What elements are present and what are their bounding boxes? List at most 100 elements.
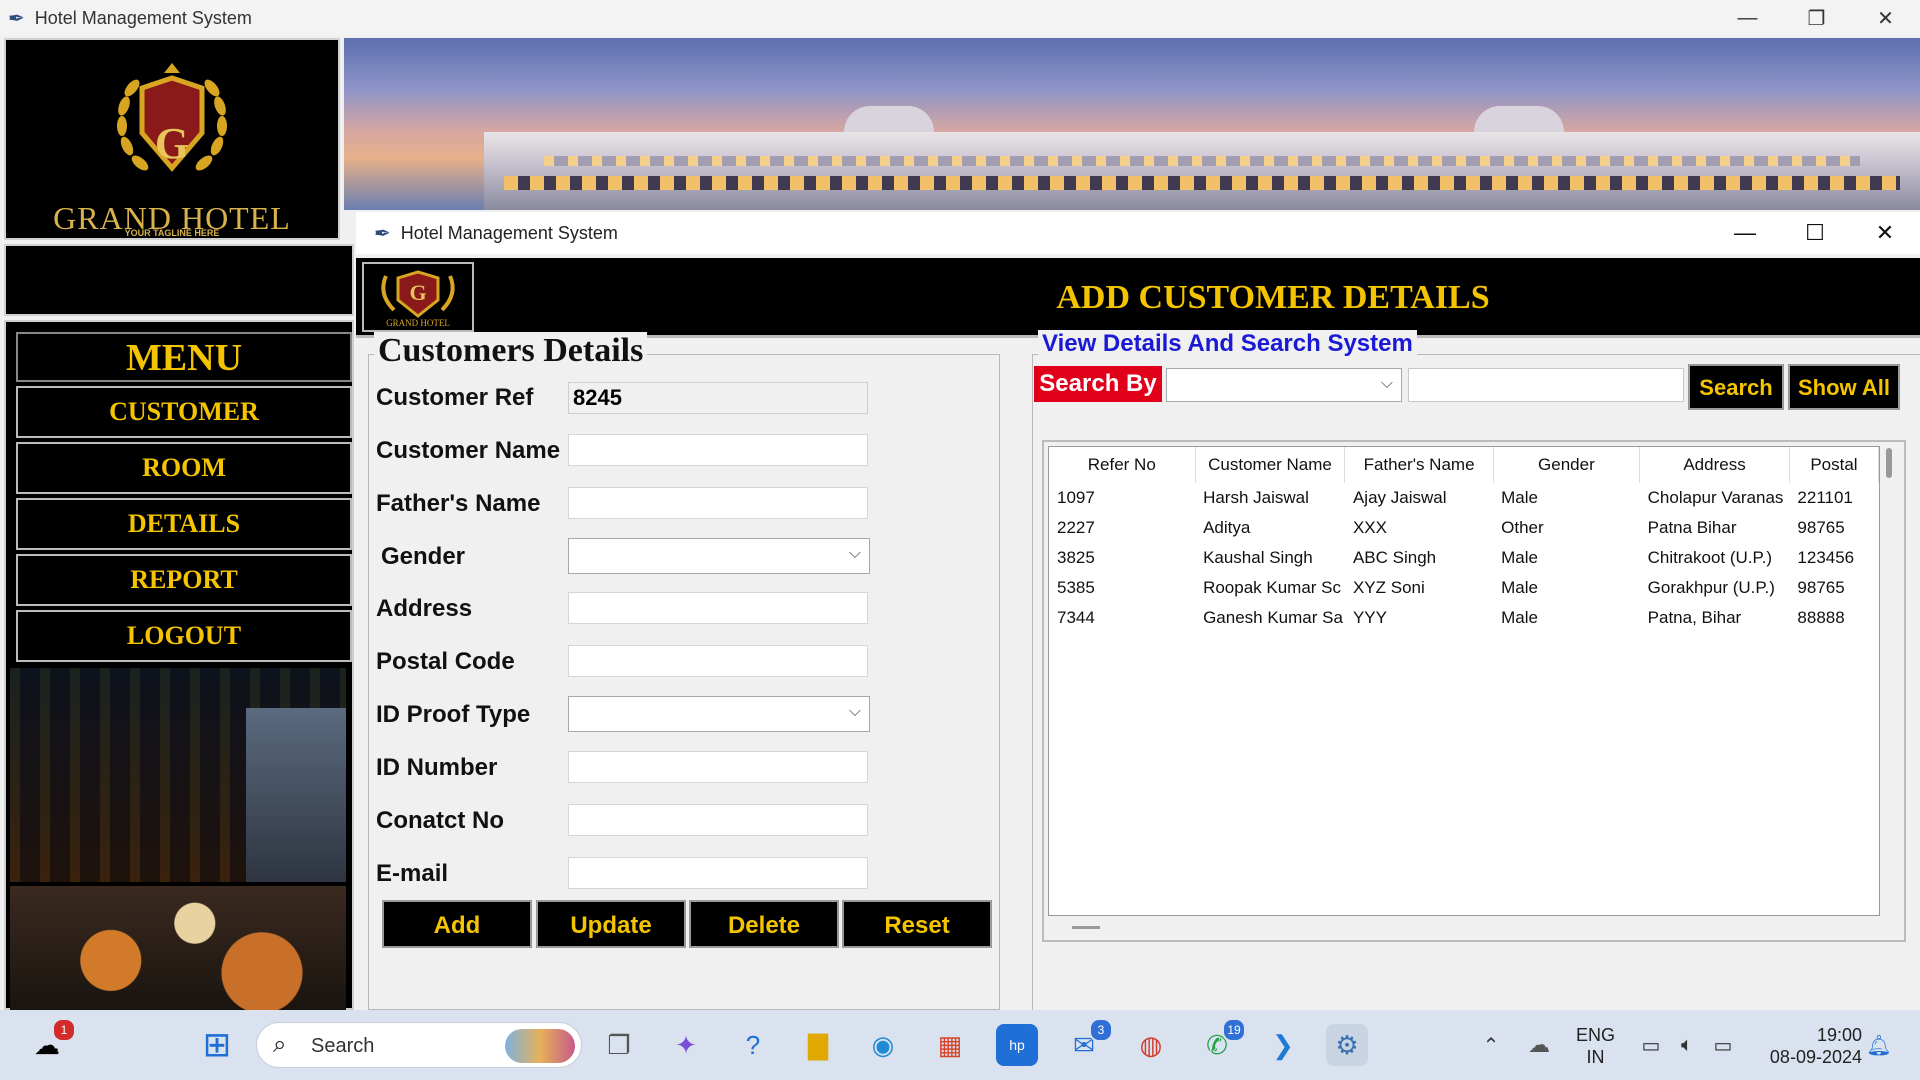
id-proof-type-select[interactable]: ⌵ <box>568 696 870 732</box>
language-indicator[interactable]: ENG IN <box>1576 1024 1615 1068</box>
id-number-field[interactable] <box>568 751 868 783</box>
table-cell: YYY <box>1352 608 1387 627</box>
food-platter-image <box>10 886 346 1010</box>
sidebar-black-strip <box>4 244 354 316</box>
table-cell: Cholapur Varanas <box>1647 488 1784 507</box>
file-explorer-icon[interactable]: ▇ <box>797 1024 839 1066</box>
table-cell: Male <box>1501 578 1538 597</box>
restore-icon[interactable]: ❐ <box>1782 0 1851 36</box>
table-cell: Patna Bihar <box>1647 518 1737 537</box>
taskbar-search-label: Search <box>311 1035 375 1057</box>
notification-bell-icon[interactable]: 🔔︎ <box>1858 1024 1900 1066</box>
table-cell: Ganesh Kumar Sa <box>1203 608 1343 627</box>
email-field[interactable] <box>568 857 868 889</box>
outlook-badge: 3 <box>1089 1018 1113 1042</box>
minimize-icon[interactable]: — <box>1713 0 1782 36</box>
table-cell: Roopak Kumar Sc <box>1203 578 1342 597</box>
edge-browser-icon[interactable]: ◉ <box>862 1024 904 1066</box>
taskbar: ☁ 1 ⊞ ⌕ Search ❐ ✦ ? ▇ ◉ ▦ hp ✉ 3 ◍ ✆ 19… <box>0 1010 1920 1080</box>
table-row[interactable]: 2227 Aditya XXX Other Patna Bihar 98765 <box>1049 513 1879 543</box>
banner-dome <box>1474 106 1564 132</box>
menu-report-button[interactable]: REPORT <box>16 554 352 606</box>
search-input[interactable] <box>1408 368 1684 402</box>
copilot-icon[interactable]: ✦ <box>665 1024 707 1066</box>
weather-icon[interactable]: ☁ 1 <box>26 1018 76 1066</box>
table-cell: Male <box>1501 488 1538 507</box>
column-header[interactable]: Postal <box>1789 447 1879 483</box>
microsoft-store-icon[interactable]: ▦ <box>929 1024 971 1066</box>
search-by-select[interactable]: ⌵ <box>1166 368 1402 402</box>
close-icon[interactable]: ✕ <box>1851 0 1920 36</box>
whatsapp-icon[interactable]: ✆ 19 <box>1196 1018 1246 1066</box>
horizontal-scrollbar[interactable] <box>1072 926 1100 929</box>
outer-title-bar: ✒ Hotel Management System — ❐ ✕ <box>0 0 1920 36</box>
customer-table[interactable]: Refer No Customer Name Father's Name Gen… <box>1048 446 1880 916</box>
close-icon[interactable]: ✕ <box>1850 212 1920 254</box>
chevron-down-icon: ⌵ <box>848 545 861 562</box>
vscode-icon[interactable]: ❯ <box>1262 1024 1304 1066</box>
outlook-icon[interactable]: ✉ 3 <box>1063 1018 1113 1066</box>
inner-title-bar: ✒ Hotel Management System — ☐ ✕ <box>356 212 1920 254</box>
table-cell: 1097 <box>1057 488 1095 507</box>
table-cell: Kaushal Singh <box>1203 548 1313 567</box>
menu-room-button[interactable]: ROOM <box>16 442 352 494</box>
feather-icon: ✒ <box>374 222 391 245</box>
column-header[interactable]: Customer Name <box>1195 447 1346 483</box>
customer-name-label: Customer Name <box>376 437 561 464</box>
menu-details-button[interactable]: DETAILS <box>16 498 352 550</box>
customer-ref-field[interactable]: 8245 <box>568 382 868 414</box>
taskbar-search[interactable]: ⌕ Search <box>256 1022 582 1068</box>
banner-windows <box>544 156 1860 166</box>
hotel-exterior-image <box>10 668 346 882</box>
python-icon[interactable]: ⚙ <box>1326 1024 1368 1066</box>
view-details-legend: View Details And Search System <box>1038 330 1417 358</box>
search-button[interactable]: Search <box>1688 364 1784 410</box>
menu-logout-button[interactable]: LOGOUT <box>16 610 352 662</box>
menu-customer-button[interactable]: CUSTOMER <box>16 386 352 438</box>
help-icon[interactable]: ? <box>732 1024 774 1066</box>
table-cell: Chitrakoot (U.P.) <box>1647 548 1773 567</box>
gender-select[interactable]: ⌵ <box>568 538 870 574</box>
language-code: ENG <box>1576 1025 1616 1045</box>
postal-code-field[interactable] <box>568 645 868 677</box>
reset-button[interactable]: Reset <box>842 900 992 948</box>
vertical-scrollbar[interactable] <box>1886 448 1892 478</box>
show-all-button[interactable]: Show All <box>1788 364 1900 410</box>
table-row[interactable]: 1097 Harsh Jaiswal Ajay Jaiswal Male Cho… <box>1049 483 1879 513</box>
task-view-icon[interactable]: ❐ <box>598 1024 640 1066</box>
inner-window-controls: — ☐ ✕ <box>1710 212 1920 254</box>
delete-button[interactable]: Delete <box>689 900 839 948</box>
table-cell: XXX <box>1352 518 1387 537</box>
customer-table-grid: Refer No Customer Name Father's Name Gen… <box>1049 447 1879 633</box>
battery-icon[interactable]: ▭ <box>1702 1024 1744 1066</box>
minimize-icon[interactable]: — <box>1710 212 1780 254</box>
inner-window-title: Hotel Management System <box>400 222 618 243</box>
chevron-up-icon[interactable]: ⌃ <box>1470 1024 1512 1066</box>
clock[interactable]: 19:00 08-09-2024 <box>1762 1024 1862 1068</box>
chrome-icon[interactable]: ◍ <box>1130 1024 1172 1066</box>
column-header[interactable]: Address <box>1639 447 1790 483</box>
add-button[interactable]: Add <box>382 900 532 948</box>
table-row[interactable]: 7344 Ganesh Kumar Sa YYY Male Patna, Bih… <box>1049 603 1879 633</box>
column-header[interactable]: Refer No <box>1049 447 1196 483</box>
table-cell: XYZ Soni <box>1352 578 1425 597</box>
fathers-name-field[interactable] <box>568 487 868 519</box>
customer-name-field[interactable] <box>568 434 868 466</box>
maximize-icon[interactable]: ☐ <box>1780 212 1850 254</box>
column-header[interactable]: Father's Name <box>1344 447 1494 483</box>
outer-window-controls: — ❐ ✕ <box>1713 0 1920 36</box>
whatsapp-badge: 19 <box>1222 1018 1246 1042</box>
windows-start-icon[interactable]: ⊞ <box>196 1024 238 1066</box>
chevron-down-icon: ⌵ <box>1380 375 1393 392</box>
fathers-name-label: Father's Name <box>376 490 541 517</box>
address-field[interactable] <box>568 592 868 624</box>
onedrive-icon[interactable]: ☁ <box>1518 1024 1560 1066</box>
contact-no-field[interactable] <box>568 804 868 836</box>
column-header[interactable]: Gender <box>1493 447 1641 483</box>
table-row[interactable]: 5385 Roopak Kumar Sc XYZ Soni Male Gorak… <box>1049 573 1879 603</box>
region-code: IN <box>1586 1047 1605 1067</box>
myhp-icon[interactable]: hp <box>996 1024 1038 1066</box>
table-row[interactable]: 3825 Kaushal Singh ABC Singh Male Chitra… <box>1049 543 1879 573</box>
table-header-row: Refer No Customer Name Father's Name Gen… <box>1049 447 1879 483</box>
update-button[interactable]: Update <box>536 900 686 948</box>
